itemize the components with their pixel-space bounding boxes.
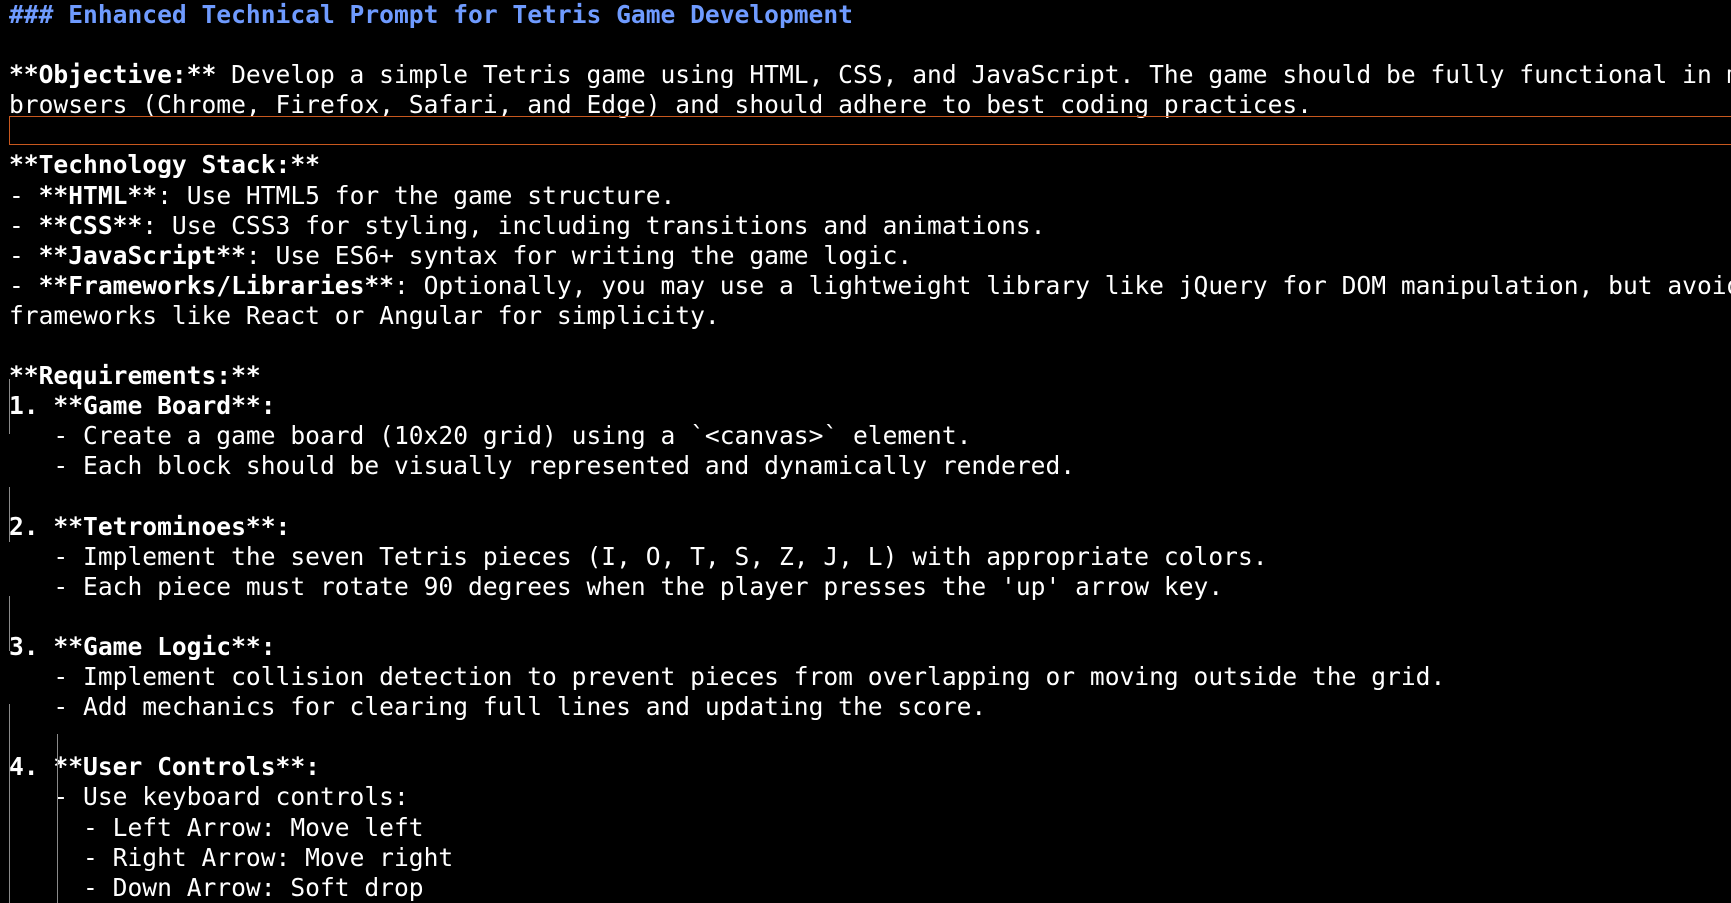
objective-label: **Objective:**	[9, 60, 217, 90]
tech-item: - **JavaScript**: Use ES6+ syntax for wr…	[9, 241, 1731, 271]
terminal-editor[interactable]: ### Enhanced Technical Prompt for Tetris…	[0, 0, 1731, 903]
requirement-number: 4.	[9, 752, 54, 782]
bullet-prefix: -	[9, 180, 39, 210]
cursor-line-highlight	[9, 116, 1731, 145]
requirement-item: - Create a game board (10x20 grid) using…	[9, 421, 1731, 451]
requirement-colon: :	[305, 752, 320, 782]
requirement-heading: 4. **User Controls**:	[9, 752, 1731, 782]
requirement-subitem: - Right Arrow: Move right	[9, 843, 1731, 873]
requirement-colon: :	[260, 631, 276, 661]
requirement-item-text: - Create a game board (10x20 grid) using…	[53, 421, 972, 451]
requirement-item: - Implement the seven Tetris pieces (I, …	[9, 542, 1731, 572]
tech-item: - **CSS**: Use CSS3 for styling, includi…	[9, 211, 1731, 241]
requirements-title: **Requirements:**	[9, 361, 261, 391]
requirement-item-text: - Add mechanics for clearing full lines …	[53, 692, 987, 722]
requirement-item-text: - Each block should be visually represen…	[53, 451, 1076, 481]
requirement-item: - Each piece must rotate 90 degrees when…	[9, 572, 1731, 602]
tech-item-text: : Use ES6+ syntax for writing the game l…	[245, 240, 913, 270]
requirement-item: - Use keyboard controls:	[9, 782, 1731, 812]
bullet-prefix: -	[9, 240, 39, 270]
requirement-subitem: - Left Arrow: Move left	[9, 813, 1731, 843]
requirement-colon: :	[260, 391, 276, 421]
requirement-subitem-text: - Right Arrow: Move right	[83, 842, 454, 872]
requirement-item-text: - Implement collision detection to preve…	[53, 662, 1446, 692]
indent-guide	[9, 487, 10, 542]
tech-item: - **HTML**: Use HTML5 for the game struc…	[9, 181, 1731, 211]
requirement-number: 1.	[9, 391, 54, 421]
requirement-subitem-text: - Left Arrow: Move left	[83, 812, 424, 842]
indent-guide	[9, 379, 10, 434]
requirement-number: 2.	[9, 511, 54, 541]
tech-item-text: : Use CSS3 for styling, including transi…	[142, 210, 1046, 240]
markdown-heading: ### Enhanced Technical Prompt for Tetris…	[9, 0, 853, 29]
requirement-heading: 1. **Game Board**:	[9, 391, 1731, 421]
requirement-item-text: - Each piece must rotate 90 degrees when…	[53, 571, 1224, 601]
requirement-number: 3.	[9, 631, 54, 661]
requirement-heading: 2. **Tetrominoes**:	[9, 512, 1731, 542]
requirement-label: **User Controls**	[53, 752, 306, 782]
tech-item-text: : Use HTML5 for the game structure.	[157, 180, 676, 210]
requirement-heading: 3. **Game Logic**:	[9, 632, 1731, 662]
requirement-subitem: - Down Arrow: Soft drop	[9, 873, 1731, 903]
tech-item: - **Frameworks/Libraries**: Optionally, …	[9, 271, 1731, 301]
tech-item-label: **CSS**	[38, 210, 143, 240]
requirement-label: **Tetrominoes**	[53, 511, 276, 541]
requirement-item-text: - Use keyboard controls:	[53, 782, 409, 812]
indent-guide	[9, 596, 10, 651]
tech-stack-title: **Technology Stack:**	[9, 150, 320, 180]
objective-line-1: **Objective:** Develop a simple Tetris g…	[9, 60, 1731, 90]
requirement-label: **Game Board**	[53, 391, 261, 421]
requirement-colon: :	[275, 511, 291, 541]
tech-item-text: : Optionally, you may use a lightweight …	[394, 270, 1731, 300]
tech-item-label: **JavaScript**	[38, 240, 246, 270]
tech-item-label: **Frameworks/Libraries**	[38, 270, 394, 300]
requirement-label: **Game Logic**	[53, 631, 261, 661]
requirement-item-text: - Implement the seven Tetris pieces (I, …	[53, 541, 1268, 571]
bullet-prefix: -	[9, 210, 39, 240]
requirement-subitem-text: - Down Arrow: Soft drop	[83, 872, 424, 902]
requirement-item: - Implement collision detection to preve…	[9, 662, 1731, 692]
tech-item-label: **HTML**	[38, 180, 158, 210]
indent-guide	[9, 704, 10, 903]
bullet-prefix: -	[9, 270, 39, 300]
tech-item-wrap: frameworks like React or Angular for sim…	[9, 300, 720, 330]
requirement-item: - Each block should be visually represen…	[9, 451, 1731, 481]
requirement-item: - Add mechanics for clearing full lines …	[9, 692, 1731, 722]
indent-guide	[57, 734, 58, 903]
objective-text-1: Develop a simple Tetris game using HTML,…	[216, 60, 1731, 90]
